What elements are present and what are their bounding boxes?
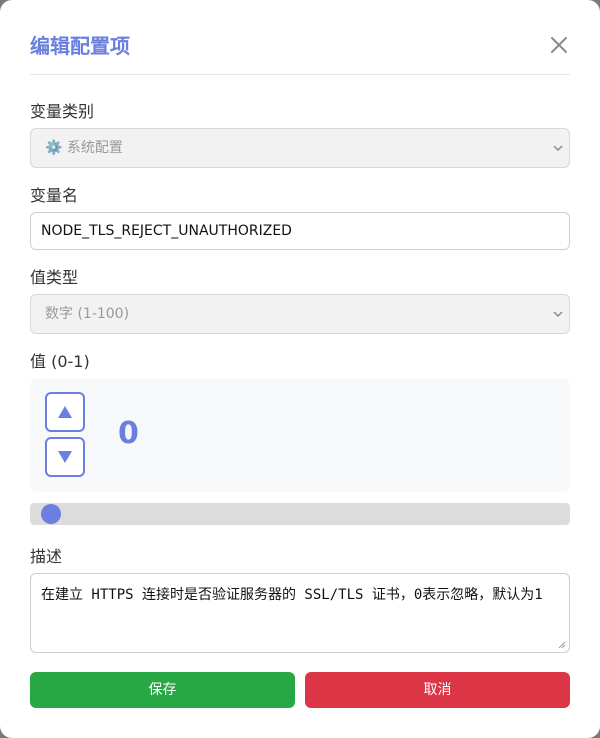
slider-thumb[interactable] bbox=[41, 504, 61, 524]
variable-name-input[interactable]: NODE_TLS_REJECT_UNAUTHORIZED bbox=[30, 212, 570, 250]
value-type-select-value: 数字 (1-100) bbox=[45, 306, 130, 322]
value-slider[interactable] bbox=[30, 503, 570, 525]
dialog-header: 编辑配置项 bbox=[30, 0, 570, 75]
dialog-title: 编辑配置项 bbox=[30, 34, 130, 58]
name-label: 变量名 bbox=[30, 186, 79, 205]
close-button[interactable] bbox=[548, 32, 570, 58]
value-type-select[interactable]: 数字 (1-100) bbox=[30, 294, 570, 334]
chevron-down-icon bbox=[553, 145, 563, 152]
description-textarea[interactable]: 在建立 HTTPS 连接时是否验证服务器的 SSL/TLS 证书，0表示忽略，默… bbox=[30, 573, 570, 653]
value-stepper: 0 bbox=[30, 378, 570, 492]
increment-button[interactable] bbox=[45, 392, 85, 432]
decrement-button[interactable] bbox=[45, 437, 85, 477]
value-type-label: 值类型 bbox=[30, 268, 79, 287]
category-label: 变量类别 bbox=[30, 102, 95, 121]
value-label: 值 (0-1) bbox=[30, 352, 90, 371]
category-select-value: ⚙️ 系统配置 bbox=[45, 140, 123, 156]
close-icon bbox=[551, 37, 567, 53]
arrow-up-icon bbox=[58, 406, 72, 418]
cancel-button[interactable]: 取消 bbox=[305, 672, 570, 708]
category-select[interactable]: ⚙️ 系统配置 bbox=[30, 128, 570, 168]
description-text: 在建立 HTTPS 连接时是否验证服务器的 SSL/TLS 证书，0表示忽略，默… bbox=[41, 587, 543, 603]
resize-grip-icon[interactable] bbox=[558, 641, 566, 649]
chevron-down-icon bbox=[553, 311, 563, 318]
save-button[interactable]: 保存 bbox=[30, 672, 295, 708]
arrow-down-icon bbox=[58, 451, 72, 463]
value-display: 0 bbox=[118, 416, 139, 451]
description-label: 描述 bbox=[30, 547, 63, 566]
